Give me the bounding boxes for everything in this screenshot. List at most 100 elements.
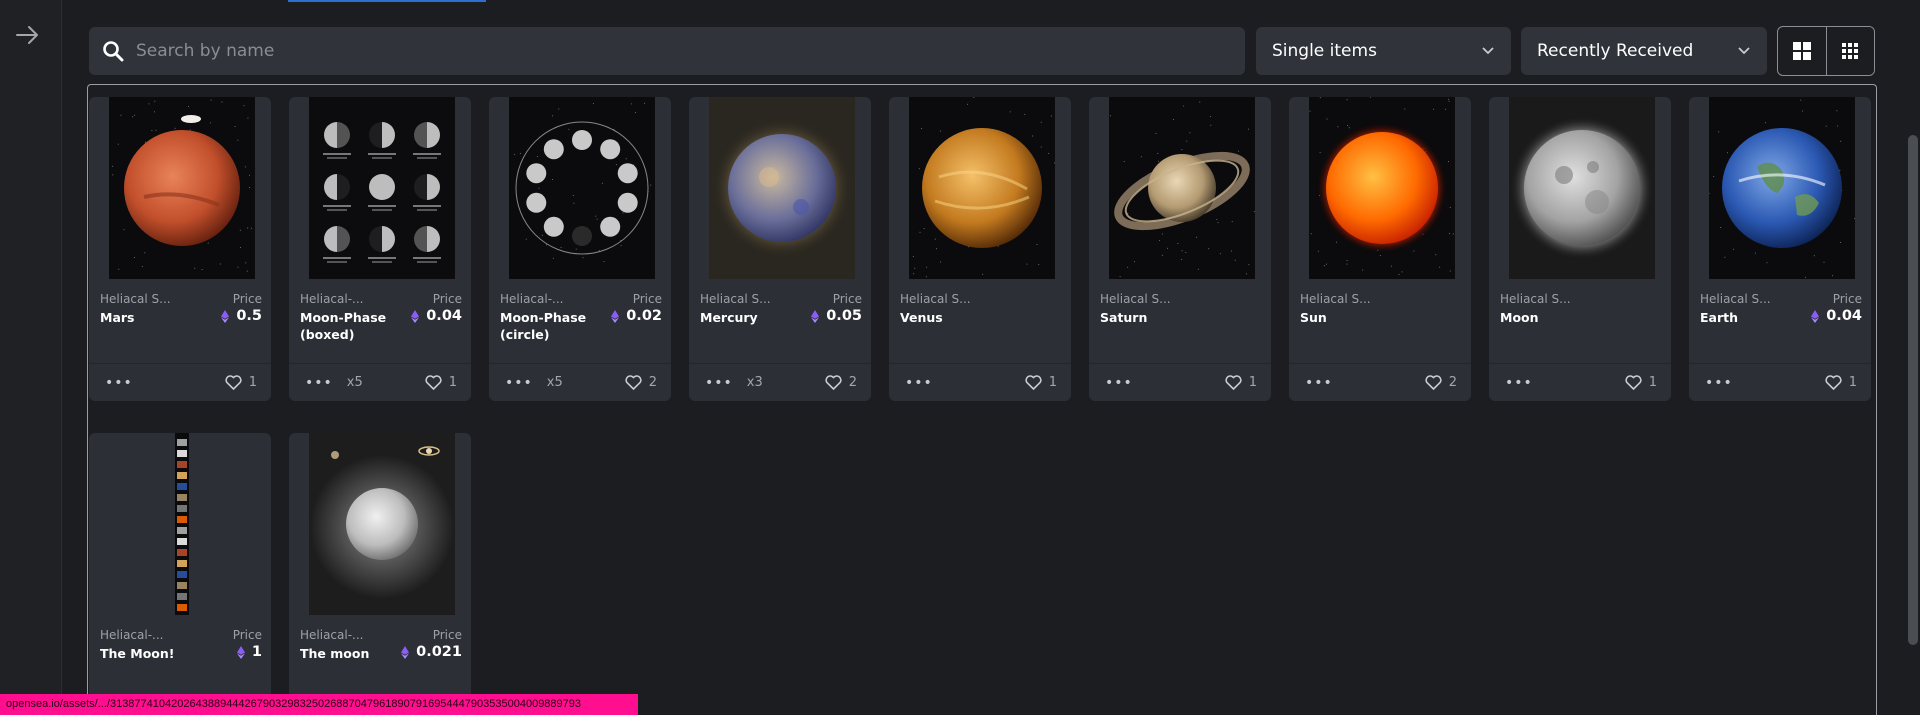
asset-image[interactable] — [109, 97, 255, 279]
asset-name[interactable]: Moon-Phase (circle) — [500, 309, 590, 343]
price-value: 0.02 — [626, 308, 662, 324]
asset-image[interactable] — [509, 97, 655, 279]
collection-name[interactable]: Heliacal S... — [100, 292, 171, 306]
ethereum-icon — [236, 645, 245, 659]
asset-image[interactable] — [1509, 97, 1655, 279]
heart-icon — [825, 375, 842, 390]
asset-image[interactable] — [909, 97, 1055, 279]
favorite-button[interactable]: 1 — [1225, 375, 1257, 390]
price-value: 0.05 — [826, 308, 862, 324]
favorite-button[interactable]: 2 — [825, 375, 857, 390]
asset-name[interactable]: Saturn — [1100, 309, 1190, 326]
asset-artwork — [709, 97, 855, 279]
favorite-button[interactable]: 1 — [425, 375, 457, 390]
collection-name[interactable]: Heliacal S... — [1500, 292, 1571, 306]
asset-name[interactable]: The moon — [300, 645, 390, 662]
collection-name[interactable]: Heliacal S... — [1300, 292, 1371, 306]
asset-price: 0.04 — [411, 308, 462, 324]
asset-card[interactable]: Heliacal S... Price Mercury 0.05 ••• x3 — [689, 97, 871, 401]
collection-name[interactable]: Heliacal S... — [900, 292, 971, 306]
more-options-icon[interactable]: ••• — [1105, 375, 1133, 391]
more-options-icon[interactable]: ••• — [1505, 375, 1533, 391]
card-footer: ••• 1 — [889, 363, 1071, 401]
collection-name[interactable]: Heliacal-... — [300, 628, 364, 642]
asset-card[interactable]: Heliacal-... Price Moon-Phase (circle) 0… — [489, 97, 671, 401]
asset-name[interactable]: Mercury — [700, 309, 790, 326]
favorite-button[interactable]: 2 — [1425, 375, 1457, 390]
asset-image[interactable] — [109, 433, 255, 615]
price-value: 1 — [251, 644, 262, 660]
asset-card[interactable]: Heliacal S... Price Earth 0.04 ••• 1 — [1689, 97, 1871, 401]
asset-artwork — [1309, 97, 1454, 275]
item-type-select[interactable]: Single items — [1256, 27, 1511, 75]
collection-name[interactable]: Heliacal-... — [100, 628, 164, 642]
asset-card[interactable]: Heliacal S... Saturn ••• 1 — [1089, 97, 1271, 401]
asset-name[interactable]: Mars — [100, 309, 190, 326]
asset-image[interactable] — [1709, 97, 1855, 279]
asset-card[interactable]: Heliacal S... Venus ••• 1 — [889, 97, 1071, 401]
asset-card[interactable]: Heliacal-... Price Moon-Phase (boxed) 0.… — [289, 97, 471, 401]
asset-artwork — [309, 97, 455, 279]
collection-name[interactable]: Heliacal-... — [300, 292, 364, 306]
asset-card[interactable]: Heliacal S... Price Mars 0.5 ••• 1 — [89, 97, 271, 401]
price-label: Price — [432, 628, 462, 642]
asset-image[interactable] — [709, 97, 855, 279]
asset-card[interactable]: Heliacal S... Sun ••• 2 — [1289, 97, 1471, 401]
large-grid-button[interactable] — [1778, 27, 1826, 75]
asset-image[interactable] — [1109, 97, 1255, 279]
asset-artwork — [109, 433, 255, 615]
scrollbar-thumb[interactable] — [1908, 135, 1918, 645]
expand-arrow-icon[interactable] — [15, 24, 41, 46]
favorite-button[interactable]: 1 — [1025, 375, 1057, 390]
asset-artwork — [514, 102, 652, 263]
favorite-button[interactable]: 1 — [1825, 375, 1857, 390]
collection-name[interactable]: Heliacal-... — [500, 292, 564, 306]
asset-name[interactable]: Moon — [1500, 309, 1590, 326]
sort-selected: Recently Received — [1537, 41, 1694, 61]
collection-name[interactable]: Heliacal S... — [1100, 292, 1171, 306]
asset-image[interactable] — [309, 433, 455, 615]
ethereum-icon — [1811, 309, 1820, 323]
asset-name[interactable]: The Moon! — [100, 645, 190, 662]
more-options-icon[interactable]: ••• — [305, 375, 333, 391]
chevron-down-icon — [1482, 47, 1494, 55]
card-footer: ••• x5 2 — [489, 363, 671, 401]
asset-card[interactable]: Heliacal S... Moon ••• 1 — [1489, 97, 1671, 401]
asset-name[interactable]: Sun — [1300, 309, 1390, 326]
sort-select[interactable]: Recently Received — [1521, 27, 1767, 75]
search-box — [89, 27, 1245, 75]
more-options-icon[interactable]: ••• — [905, 375, 933, 391]
price-value: 0.021 — [416, 644, 462, 660]
asset-name[interactable]: Venus — [900, 309, 990, 326]
ethereum-icon — [401, 645, 410, 659]
asset-price: 0.021 — [401, 644, 462, 660]
asset-image[interactable] — [309, 97, 455, 279]
collection-name[interactable]: Heliacal S... — [1700, 292, 1771, 306]
favorite-button[interactable]: 2 — [625, 375, 657, 390]
favorite-button[interactable]: 1 — [225, 375, 257, 390]
large-grid-icon — [1792, 42, 1811, 60]
card-footer: ••• 1 — [1489, 363, 1671, 401]
heart-icon — [225, 375, 242, 390]
ethereum-icon — [811, 309, 820, 323]
asset-card[interactable]: Heliacal-... Price The Moon! 1 — [89, 433, 271, 715]
more-options-icon[interactable]: ••• — [1705, 375, 1733, 391]
page-scrollbar[interactable] — [1904, 0, 1920, 715]
more-options-icon[interactable]: ••• — [705, 375, 733, 391]
more-options-icon[interactable]: ••• — [505, 375, 533, 391]
price-label: Price — [632, 292, 662, 306]
like-count: 2 — [1448, 375, 1457, 390]
small-grid-button[interactable] — [1825, 27, 1874, 75]
top-tab-bar — [0, 0, 1920, 3]
asset-card[interactable]: Heliacal-... Price The moon 0.021 — [289, 433, 471, 715]
more-options-icon[interactable]: ••• — [105, 375, 133, 391]
asset-image[interactable] — [1309, 97, 1455, 279]
favorite-button[interactable]: 1 — [1625, 375, 1657, 390]
ethereum-icon — [611, 309, 620, 323]
asset-price: 0.04 — [1811, 308, 1862, 324]
search-input[interactable] — [136, 41, 1216, 61]
asset-name[interactable]: Moon-Phase (boxed) — [300, 309, 390, 343]
asset-name[interactable]: Earth — [1700, 309, 1790, 326]
more-options-icon[interactable]: ••• — [1305, 375, 1333, 391]
collection-name[interactable]: Heliacal S... — [700, 292, 771, 306]
